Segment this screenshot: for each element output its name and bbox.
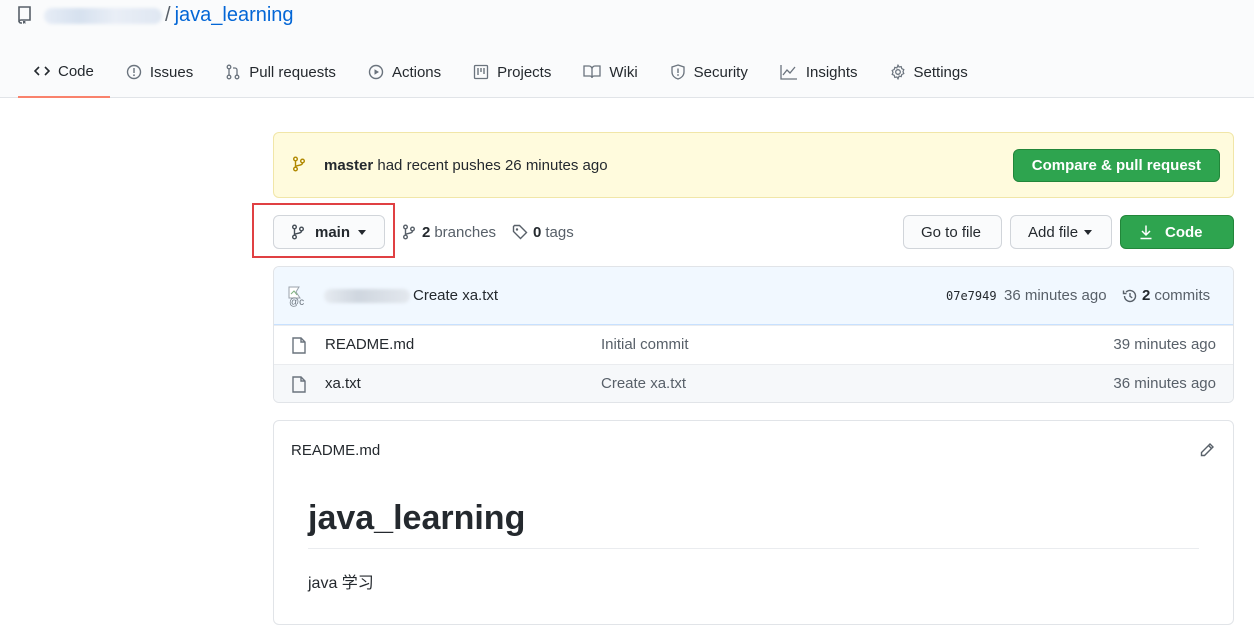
branch-select-button[interactable]: main (273, 215, 385, 249)
commit-author-blurred[interactable] (324, 289, 410, 303)
tab-code[interactable]: Code (18, 52, 110, 98)
file-name-link[interactable]: xa.txt (325, 375, 361, 392)
tab-insights[interactable]: Insights (764, 52, 874, 92)
chevron-down-icon (358, 229, 367, 235)
readme-heading: java_learning (308, 499, 526, 537)
tab-projects-label: Projects (497, 63, 552, 81)
tab-projects[interactable]: Projects (457, 52, 567, 92)
tags-label: tags (545, 223, 574, 241)
tab-code-label: Code (58, 62, 94, 80)
commits-history-link[interactable]: 2 commits (1122, 287, 1210, 304)
pull-request-icon (226, 64, 240, 80)
readme-filename: README.md (291, 442, 381, 459)
code-button-label: Code (1165, 223, 1203, 241)
tab-wiki[interactable]: Wiki (567, 52, 653, 92)
chevron-down-icon (1084, 229, 1093, 235)
push-branch-name[interactable]: master (324, 157, 373, 174)
play-icon (368, 64, 384, 80)
compare-pull-request-button[interactable]: Compare & pull request (1012, 149, 1220, 182)
tab-insights-label: Insights (805, 63, 858, 81)
commit-sha-link[interactable]: 07e7949 (946, 289, 997, 303)
git-branch-icon (292, 224, 304, 240)
push-text: had recent pushes 26 minutes ago (377, 156, 608, 174)
file-navigation-box: @c Create xa.txt 07e7949 36 minutes ago … (273, 266, 1234, 403)
readme-divider (308, 548, 1199, 549)
repo-header: / java_learning Code Issues Pull request… (0, 0, 1254, 98)
file-age: 39 minutes ago (1113, 336, 1216, 353)
readme-body-text: java 学习 (308, 575, 374, 592)
branches-label: branches (434, 223, 497, 241)
tab-actions-label: Actions (391, 63, 442, 81)
file-icon (292, 337, 306, 354)
shield-icon (671, 64, 685, 80)
repo-nav: Code Issues Pull requests Actions Projec… (18, 52, 984, 98)
gear-icon (890, 64, 905, 80)
tab-pull-requests[interactable]: Pull requests (209, 52, 352, 92)
code-icon (34, 66, 50, 76)
branches-count: 2 (422, 223, 431, 241)
file-icon (292, 376, 306, 393)
history-icon (1122, 289, 1137, 302)
repo-name-link[interactable]: java_learning (175, 4, 294, 27)
commits-count: 2 (1142, 287, 1151, 304)
file-age: 36 minutes ago (1113, 375, 1216, 392)
latest-commit-message[interactable]: Create xa.txt (413, 287, 498, 304)
tab-wiki-label: Wiki (609, 63, 638, 81)
tags-link[interactable]: 0 tags (512, 222, 574, 242)
file-commit-message[interactable]: Create xa.txt (601, 375, 686, 392)
graph-icon (780, 65, 797, 80)
file-row[interactable]: README.md Initial commit 39 minutes ago (274, 325, 1233, 364)
pencil-icon[interactable] (1199, 442, 1215, 461)
project-icon (473, 64, 489, 80)
file-row[interactable]: xa.txt Create xa.txt 36 minutes ago (274, 364, 1233, 402)
push-message: master had recent pushes 26 minutes ago (324, 157, 608, 174)
avatar-alt-text: @c (289, 297, 305, 308)
file-name-link[interactable]: README.md (325, 336, 414, 353)
git-branch-icon (292, 156, 306, 175)
tab-settings-label: Settings (913, 63, 968, 81)
tab-security[interactable]: Security (654, 52, 764, 92)
repo-title: / java_learning (18, 2, 294, 28)
book-icon (583, 65, 601, 79)
file-commit-message[interactable]: Initial commit (601, 336, 689, 353)
readme-box: README.md java_learning java 学习 (273, 420, 1234, 625)
owner-link-blurred[interactable] (44, 8, 162, 24)
repo-icon (18, 5, 34, 25)
tab-actions[interactable]: Actions (352, 52, 457, 92)
download-icon (1140, 225, 1152, 240)
commits-label: commits (1154, 287, 1211, 304)
tag-icon (512, 224, 528, 240)
recent-push-banner: master had recent pushes 26 minutes ago … (273, 132, 1234, 198)
branches-link[interactable]: 2 branches (402, 222, 496, 242)
tab-issues-label: Issues (149, 63, 194, 81)
tab-pull-requests-label: Pull requests (249, 63, 336, 81)
tab-settings[interactable]: Settings (874, 52, 984, 92)
avatar[interactable]: @c (287, 284, 311, 308)
git-branch-icon (403, 224, 415, 240)
go-to-file-button[interactable]: Go to file (903, 215, 1002, 249)
branch-select-label: main (315, 223, 351, 241)
repo-slash: / (165, 3, 171, 26)
latest-commit-row: @c Create xa.txt 07e7949 36 minutes ago … (274, 267, 1233, 325)
tab-issues[interactable]: Issues (110, 52, 209, 92)
tags-count: 0 (533, 223, 542, 241)
code-download-button[interactable]: Code (1120, 215, 1234, 249)
commit-time: 36 minutes ago (1004, 287, 1107, 304)
issue-icon (126, 64, 142, 80)
add-file-button[interactable]: Add file (1010, 215, 1112, 249)
tab-security-label: Security (693, 63, 748, 81)
add-file-label: Add file (1028, 223, 1079, 241)
